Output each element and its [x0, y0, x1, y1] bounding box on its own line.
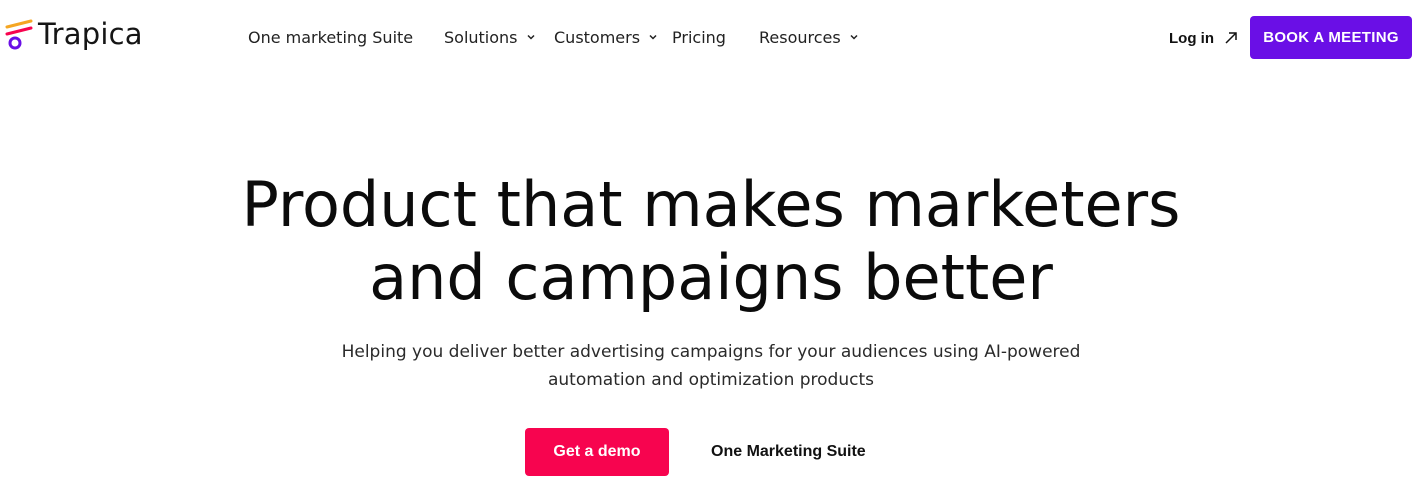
nav-item-label: Resources	[759, 27, 841, 47]
hero-title-line: Product that makes marketers	[241, 168, 1181, 241]
nav-item-customers[interactable]: Customers	[554, 22, 658, 52]
hero-title: Product that makes marketers and campaig…	[0, 168, 1422, 314]
chevron-down-icon	[526, 34, 535, 40]
logo-link[interactable]: Trapica	[4, 14, 143, 54]
hero-subtitle: Helping you deliver better advertising c…	[0, 338, 1422, 394]
nav-item-label: One marketing Suite	[248, 27, 414, 47]
chevron-down-icon	[649, 34, 657, 40]
nav-item-one-marketing-suite[interactable]: One marketing Suite	[248, 22, 413, 52]
hero-subtitle-line: automation and optimization products	[547, 370, 874, 390]
nav-item-solutions[interactable]: Solutions	[444, 22, 536, 52]
hero-subtitle-line: Helping you deliver better advertising c…	[341, 342, 1081, 362]
book-meeting-button[interactable]: BOOK A MEETING	[1250, 16, 1412, 59]
nav-item-label: Customers	[554, 27, 641, 47]
one-marketing-suite-link[interactable]: One Marketing Suite	[711, 440, 866, 464]
logo-text: Trapica	[38, 16, 143, 51]
chevron-down-icon	[850, 34, 858, 40]
nav-item-label: Pricing	[672, 27, 726, 47]
hero-title-line: and campaigns better	[369, 241, 1053, 314]
login-link[interactable]: Log in	[1169, 24, 1238, 52]
nav-item-resources[interactable]: Resources	[759, 22, 859, 52]
arrow-up-right-icon	[1225, 32, 1237, 44]
get-demo-button[interactable]: Get a demo	[525, 428, 669, 476]
trapica-logo-icon	[5, 19, 33, 50]
nav-item-label: Solutions	[444, 27, 518, 47]
login-label: Log in	[1169, 29, 1214, 47]
nav-item-pricing[interactable]: Pricing	[672, 22, 726, 52]
site-header: Trapica One marketing Suite Solutions Cu…	[0, 0, 1422, 75]
